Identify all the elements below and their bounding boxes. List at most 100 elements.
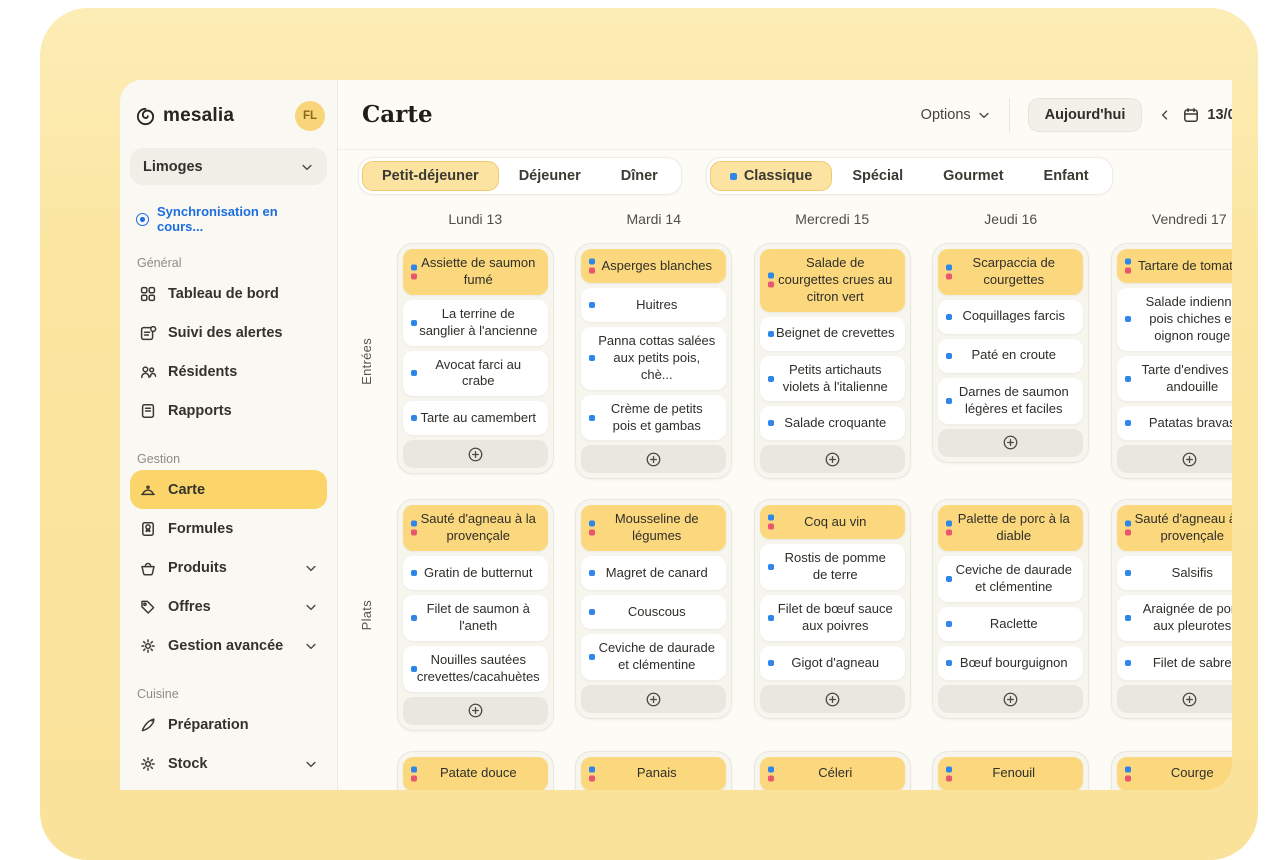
tab-diner[interactable]: Dîner xyxy=(601,161,678,191)
menu-item-highlight[interactable]: Assiette de saumon fumé xyxy=(403,249,548,295)
blue-dot-icon xyxy=(589,355,595,361)
tab-classique[interactable]: Classique xyxy=(710,161,833,191)
add-item-button[interactable] xyxy=(403,697,548,725)
day-header: Mardi 14 xyxy=(565,207,744,227)
item-dots xyxy=(411,370,417,376)
menu-item-label: Panna cottas salées aux petits pois, chè… xyxy=(597,333,716,384)
sidebar-item-rapports[interactable]: Rapports xyxy=(130,391,327,430)
menu-item-highlight[interactable]: Scarpaccia de courgettes xyxy=(938,249,1083,295)
avatar[interactable]: FL xyxy=(295,101,325,131)
menu-item[interactable]: Gratin de butternut xyxy=(403,556,548,590)
tab-special[interactable]: Spécial xyxy=(832,161,923,191)
sidebar-item-produits[interactable]: Produits xyxy=(130,548,327,587)
menu-item-label: Tarte au camembert xyxy=(420,410,536,427)
sidebar-header: mesalia FL xyxy=(130,96,327,136)
add-item-button[interactable] xyxy=(760,685,905,713)
plus-circle-icon xyxy=(1002,691,1019,708)
menu-item[interactable]: Darnes de saumon légères et faciles xyxy=(938,378,1083,424)
menu-item-highlight[interactable]: Fenouil xyxy=(938,757,1083,790)
menu-item[interactable]: Coquillages farcis xyxy=(938,300,1083,334)
tab-petit-dejeuner[interactable]: Petit-déjeuner xyxy=(362,161,499,191)
menu-item[interactable]: Gigot d'agneau xyxy=(760,646,905,680)
menu-item[interactable]: Panna cottas salées aux petits pois, chè… xyxy=(581,327,726,390)
item-dots xyxy=(946,521,952,536)
sidebar-item-carte[interactable]: Carte xyxy=(130,470,327,509)
menu-item-highlight[interactable]: Sauté d'agneau à la provençale xyxy=(403,505,548,551)
menu-item-highlight[interactable]: Patate douce xyxy=(403,757,548,790)
location-select[interactable]: Limoges xyxy=(130,148,327,185)
options-button[interactable]: Options xyxy=(917,101,995,129)
previous-week-button[interactable] xyxy=(1154,104,1176,126)
menu-item[interactable]: Nouilles sautées crevettes/cacahuètes xyxy=(403,646,548,692)
menu-item-highlight[interactable]: Mousseline de légumes xyxy=(581,505,726,551)
menu-item[interactable]: Huitres xyxy=(581,288,726,322)
menu-item[interactable]: Ceviche de daurade et clémentine xyxy=(581,634,726,680)
sidebar-item-tableau-de-bord[interactable]: Tableau de bord xyxy=(130,274,327,313)
sidebar-item-residents[interactable]: Résidents xyxy=(130,352,327,391)
menu-item[interactable]: Paté en croute xyxy=(938,339,1083,373)
add-item-button[interactable] xyxy=(581,445,726,473)
menu-card: PanaisChou-fleur xyxy=(575,751,732,790)
menu-item-highlight[interactable]: Sauté d'agneau à la provençale xyxy=(1117,505,1232,551)
menu-item-highlight[interactable]: Coq au vin xyxy=(760,505,905,539)
add-item-button[interactable] xyxy=(1117,445,1232,473)
menu-item-highlight[interactable]: Céleri xyxy=(760,757,905,790)
menu-item-label: Rostis de pomme de terre xyxy=(776,550,895,584)
sidebar-item-stock[interactable]: Stock xyxy=(130,744,327,783)
brand-logo: mesalia xyxy=(134,105,234,128)
menu-item[interactable]: Rostis de pomme de terre xyxy=(760,544,905,590)
menu-item[interactable]: Salsifis xyxy=(1117,556,1232,590)
red-dot-icon xyxy=(946,530,952,536)
menu-item[interactable]: Petits artichauts violets à l'italienne xyxy=(760,356,905,402)
menu-item-highlight[interactable]: Tartare de tomates xyxy=(1117,249,1232,283)
add-item-button[interactable] xyxy=(938,685,1083,713)
menu-item[interactable]: La terrine de sanglier à l'ancienne xyxy=(403,300,548,346)
menu-item[interactable]: Beignet de crevettes xyxy=(760,317,905,351)
menu-item[interactable]: Filet de saumon à l'aneth xyxy=(403,595,548,641)
menu-item-highlight[interactable]: Palette de porc à la diable xyxy=(938,505,1083,551)
blue-dot-icon xyxy=(589,570,595,576)
menu-item-highlight[interactable]: Courge xyxy=(1117,757,1232,790)
menu-item[interactable]: Raclette xyxy=(938,607,1083,641)
menu-item[interactable]: Tarte d'endives et andouille xyxy=(1117,356,1232,402)
menu-item[interactable]: Salade indienne pois chiches et oignon r… xyxy=(1117,288,1232,351)
menu-item[interactable]: Ceviche de daurade et clémentine xyxy=(938,556,1083,602)
menu-item-highlight[interactable]: Panais xyxy=(581,757,726,790)
sidebar-item-label: Produits xyxy=(168,560,293,576)
menu-item[interactable]: Filet de sabre xyxy=(1117,646,1232,680)
sidebar-item-formules[interactable]: Formules xyxy=(130,509,327,548)
add-item-button[interactable] xyxy=(403,440,548,468)
menu-item[interactable]: Patatas bravas xyxy=(1117,406,1232,440)
menu-item-label: Magret de canard xyxy=(606,565,708,582)
item-dots xyxy=(768,615,774,621)
menu-item[interactable]: Tarte au camembert xyxy=(403,401,548,435)
menu-item[interactable]: Araignée de porc aux pleurotes xyxy=(1117,595,1232,641)
day-column: CéleriCourgette xyxy=(743,751,922,790)
menu-item-highlight[interactable]: Asperges blanches xyxy=(581,249,726,283)
date-picker[interactable]: 13/05/2024 xyxy=(1182,106,1232,124)
menu-item-label: Scarpaccia de courgettes xyxy=(954,255,1073,289)
menu-item[interactable]: Bœuf bourguignon xyxy=(938,646,1083,680)
add-item-button[interactable] xyxy=(938,429,1083,457)
sidebar-item-suivi-des-alertes[interactable]: Suivi des alertes xyxy=(130,313,327,352)
tab-gourmet[interactable]: Gourmet xyxy=(923,161,1023,191)
menu-item[interactable]: Salade croquante xyxy=(760,406,905,440)
tab-dejeuner[interactable]: Déjeuner xyxy=(499,161,601,191)
menu-item[interactable]: Crème de petits pois et gambas xyxy=(581,395,726,441)
today-button[interactable]: Aujourd'hui xyxy=(1028,98,1143,132)
menu-item[interactable]: Couscous xyxy=(581,595,726,629)
add-item-button[interactable] xyxy=(760,445,905,473)
menu-item-highlight[interactable]: Salade de courgettes crues au citron ver… xyxy=(760,249,905,312)
plus-circle-icon xyxy=(824,451,841,468)
add-item-button[interactable] xyxy=(1117,685,1232,713)
day-column: Sauté d'agneau à la provençale Salsifis Ar… xyxy=(1100,499,1232,730)
menu-item[interactable]: Filet de bœuf sauce aux poivres xyxy=(760,595,905,641)
menu-item[interactable]: Magret de canard xyxy=(581,556,726,590)
add-item-button[interactable] xyxy=(581,685,726,713)
sidebar-item-gestion-avancee[interactable]: Gestion avancée xyxy=(130,626,327,665)
tab-enfant[interactable]: Enfant xyxy=(1024,161,1109,191)
sidebar-item-offres[interactable]: Offres xyxy=(130,587,327,626)
sidebar-item-preparation[interactable]: Préparation xyxy=(130,705,327,744)
menu-item[interactable]: Avocat farci au crabe xyxy=(403,351,548,397)
menu-card: Patate douceAubergine xyxy=(397,751,554,790)
